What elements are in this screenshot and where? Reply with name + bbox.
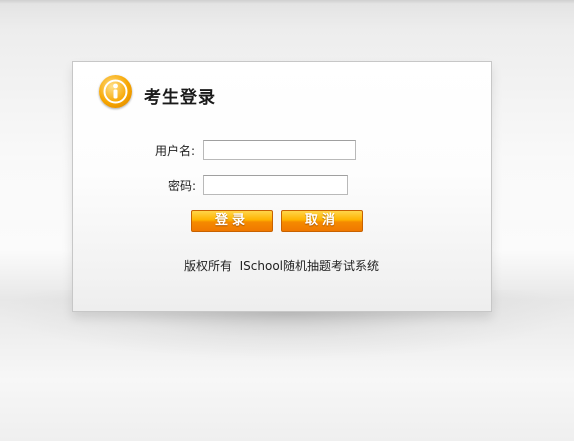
cancel-button[interactable]: 取消: [281, 210, 363, 232]
login-button[interactable]: 登录: [191, 210, 273, 232]
username-label: 用户名:: [155, 144, 196, 158]
password-label: 密码:: [168, 179, 197, 193]
info-person-icon: [99, 75, 132, 108]
login-panel: 考生登录 用户名: 密码: 登录 取消 版权所有 ISchool随机抽题考试系统: [72, 61, 492, 312]
page-title: 考生登录: [144, 88, 216, 108]
username-input[interactable]: [203, 140, 356, 160]
password-input[interactable]: [203, 175, 348, 195]
copyright-text: 版权所有 ISchool随机抽题考试系统: [184, 259, 380, 273]
